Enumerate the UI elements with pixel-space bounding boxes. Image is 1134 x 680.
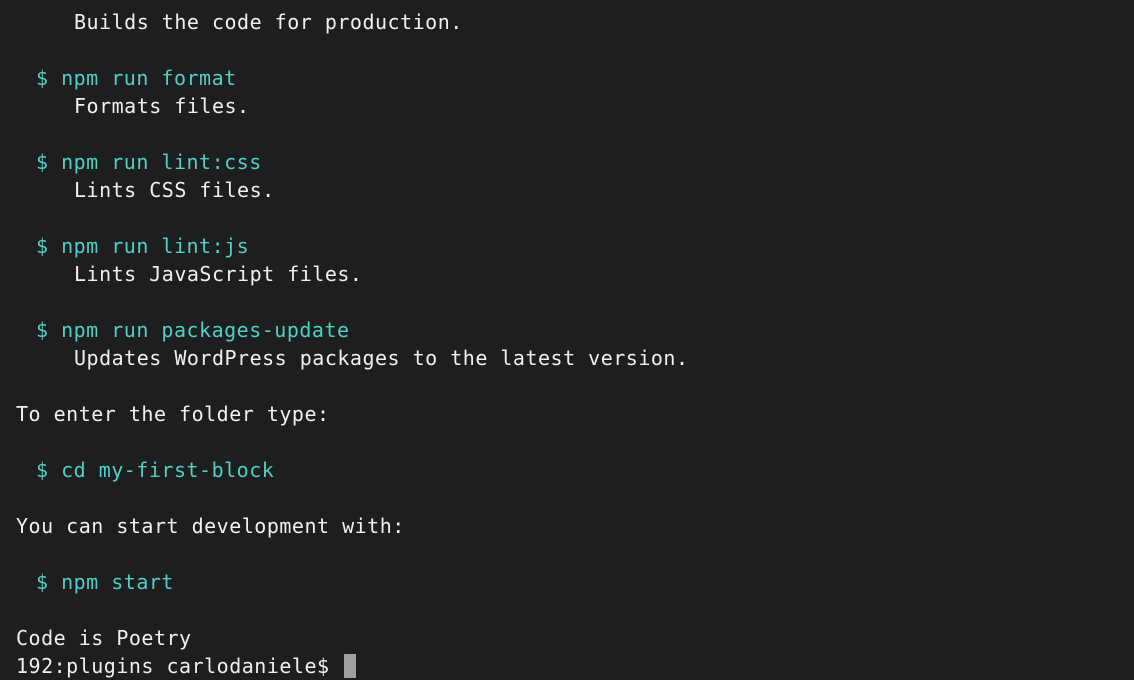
command-text: npm run packages-update <box>61 318 349 342</box>
dollar-sign: $ <box>36 570 49 594</box>
command-description: Lints JavaScript files. <box>8 260 1126 288</box>
command-line: $ npm run lint:css <box>8 148 1126 176</box>
command-line: $ npm run format <box>8 64 1126 92</box>
blank-line <box>8 204 1126 232</box>
command-text: npm start <box>61 570 174 594</box>
blank-line <box>8 484 1126 512</box>
blank-line <box>8 540 1126 568</box>
section-heading: To enter the folder type: <box>8 400 1126 428</box>
command-line: $ cd my-first-block <box>8 456 1126 484</box>
command-description: Updates WordPress packages to the latest… <box>8 344 1126 372</box>
blank-line <box>8 36 1126 64</box>
blank-line <box>8 288 1126 316</box>
command-text: npm run format <box>61 66 237 90</box>
command-text: cd my-first-block <box>61 458 274 482</box>
command-description: Builds the code for production. <box>8 8 1126 36</box>
blank-line <box>8 120 1126 148</box>
dollar-sign: $ <box>36 318 49 342</box>
command-description: Formats files. <box>8 92 1126 120</box>
tagline: Code is Poetry <box>8 624 1126 652</box>
section-heading: You can start development with: <box>8 512 1126 540</box>
command-text: npm run lint:js <box>61 234 249 258</box>
terminal-output[interactable]: Builds the code for production. $ npm ru… <box>8 8 1126 680</box>
command-text: npm run lint:css <box>61 150 262 174</box>
blank-line <box>8 428 1126 456</box>
dollar-sign: $ <box>36 66 49 90</box>
prompt-text: 192:plugins carlodaniele$ <box>16 654 342 678</box>
command-line: $ npm run packages-update <box>8 316 1126 344</box>
blank-line <box>8 372 1126 400</box>
cursor-icon <box>344 654 356 678</box>
dollar-sign: $ <box>36 150 49 174</box>
command-line: $ npm run lint:js <box>8 232 1126 260</box>
command-description: Lints CSS files. <box>8 176 1126 204</box>
command-line: $ npm start <box>8 568 1126 596</box>
blank-line <box>8 596 1126 624</box>
dollar-sign: $ <box>36 458 49 482</box>
shell-prompt[interactable]: 192:plugins carlodaniele$ <box>8 652 1126 680</box>
dollar-sign: $ <box>36 234 49 258</box>
